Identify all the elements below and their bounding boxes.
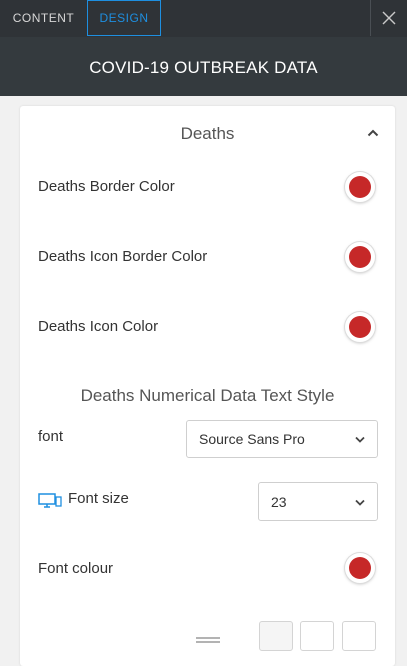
deaths-icon-color-label: Deaths Icon Color	[38, 318, 159, 335]
close-icon	[382, 11, 396, 25]
page-title: COVID-19 OUTBREAK DATA	[0, 37, 407, 96]
style-option-button[interactable]	[300, 621, 334, 651]
font-size-value: 23	[271, 494, 287, 510]
font-colour-label: Font colour	[38, 560, 114, 577]
deaths-settings-panel: Deaths Deaths Border Color Deaths Icon B…	[20, 106, 395, 666]
deaths-border-color-swatch[interactable]	[345, 172, 375, 202]
tab-content[interactable]: CONTENT	[0, 0, 87, 36]
deaths-icon-border-color-swatch[interactable]	[345, 242, 375, 272]
font-select-value: Source Sans Pro	[199, 431, 305, 447]
chevron-down-icon	[355, 436, 365, 443]
deaths-icon-color-swatch[interactable]	[345, 312, 375, 342]
deaths-icon-border-color-label: Deaths Icon Border Color	[38, 248, 208, 265]
color-dot	[349, 557, 371, 579]
section-header-deaths[interactable]: Deaths	[20, 106, 395, 162]
color-dot	[349, 246, 371, 268]
font-colour-swatch[interactable]	[345, 553, 375, 583]
color-dot	[349, 176, 371, 198]
style-option-button[interactable]	[342, 621, 376, 651]
section-title: Deaths	[180, 124, 235, 143]
tab-bar: CONTENT DESIGN	[0, 0, 407, 38]
chevron-down-icon	[355, 499, 365, 506]
tab-design[interactable]: DESIGN	[87, 0, 161, 36]
font-size-label: Font size	[68, 490, 129, 507]
color-dot	[349, 316, 371, 338]
text-style-heading: Deaths Numerical Data Text Style	[80, 386, 335, 405]
font-size-select[interactable]: 23	[258, 482, 378, 521]
chevron-up-icon	[367, 129, 379, 137]
font-select[interactable]: Source Sans Pro	[186, 420, 378, 458]
deaths-border-color-label: Deaths Border Color	[38, 178, 175, 195]
style-option-button[interactable]	[259, 621, 293, 651]
close-button[interactable]	[370, 0, 407, 36]
font-label: font	[38, 428, 64, 445]
drag-handle-icon[interactable]	[196, 636, 220, 644]
desktop-icon[interactable]	[38, 493, 62, 509]
